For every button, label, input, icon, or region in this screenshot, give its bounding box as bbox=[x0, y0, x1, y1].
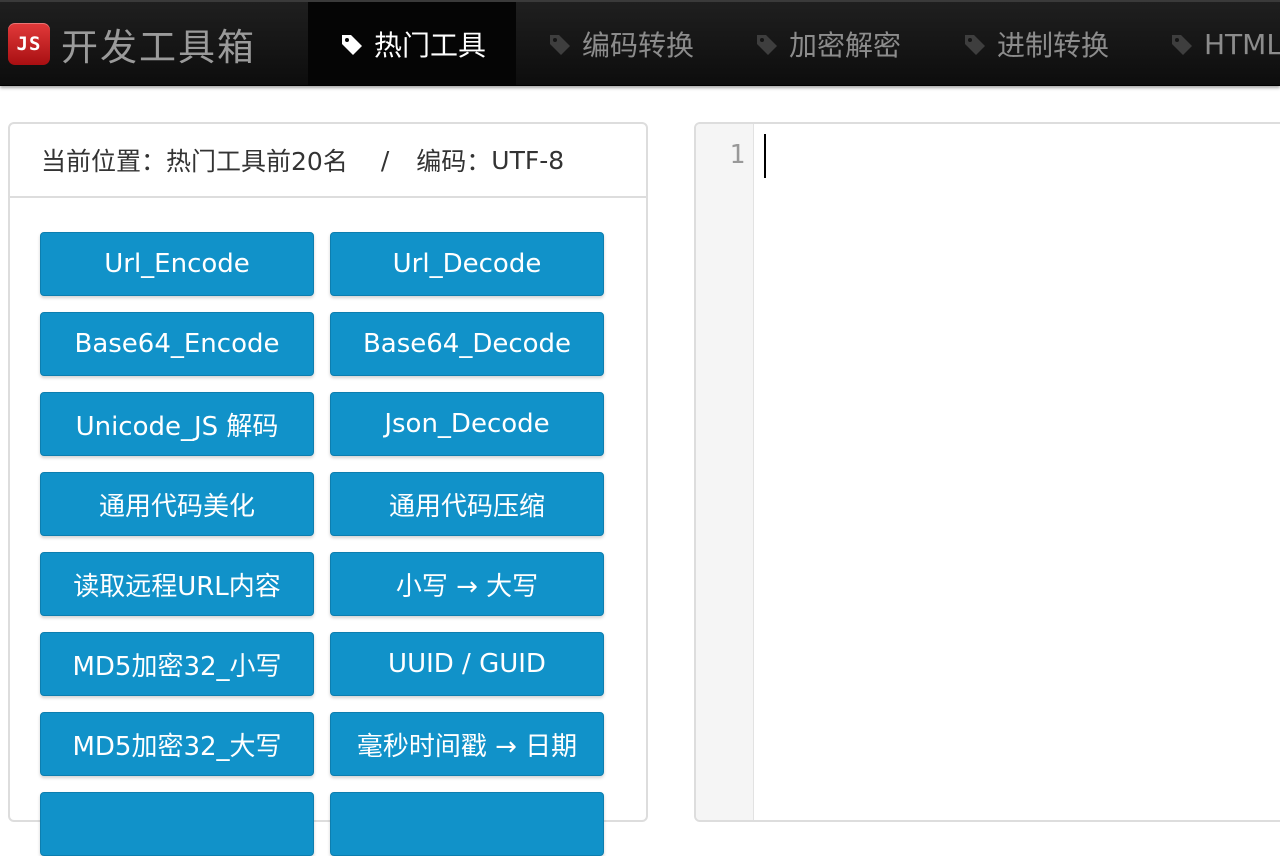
code-beautify-button[interactable]: 通用代码美化 bbox=[40, 472, 314, 536]
tab-encryption[interactable]: 加密解密 bbox=[755, 2, 902, 85]
encoding-label: 编码： bbox=[416, 147, 492, 176]
tab-label: HTML bbox=[1204, 27, 1280, 61]
md5-upper-button[interactable]: MD5加密32_大写 bbox=[40, 712, 314, 776]
tag-icon bbox=[1170, 32, 1194, 56]
brand[interactable]: JS 开发工具箱 bbox=[8, 2, 256, 85]
code-editor[interactable]: 1 bbox=[694, 122, 1280, 822]
line-number: 1 bbox=[729, 140, 745, 170]
tab-encoding[interactable]: 编码转换 bbox=[548, 2, 695, 85]
encoding-value: UTF-8 bbox=[491, 145, 565, 175]
uuid-guid-button[interactable]: UUID / GUID bbox=[330, 632, 604, 696]
tab-label: 进制转换 bbox=[997, 29, 1110, 62]
location-label: 当前位置： bbox=[41, 147, 167, 176]
app-title: 开发工具箱 bbox=[61, 26, 256, 69]
fetch-remote-url-button[interactable]: 读取远程URL内容 bbox=[40, 552, 314, 616]
tab-hot-tools[interactable]: 热门工具 bbox=[308, 2, 516, 85]
breadcrumb: 当前位置： 热门工具前20名 / 编码： UTF-8 bbox=[10, 124, 646, 198]
tab-html[interactable]: HTML bbox=[1170, 2, 1280, 85]
url-decode-button[interactable]: Url_Decode bbox=[330, 232, 604, 296]
tab-label: 加密解密 bbox=[789, 29, 902, 62]
timestamp-to-date-button[interactable]: 毫秒时间戳 → 日期 bbox=[330, 712, 604, 776]
tab-base-conversion[interactable]: 进制转换 bbox=[963, 2, 1110, 85]
tag-icon bbox=[548, 32, 572, 56]
location-value: 热门工具前20名 bbox=[166, 147, 348, 176]
tag-icon bbox=[963, 32, 987, 56]
json-decode-button[interactable]: Json_Decode bbox=[330, 392, 604, 456]
line-number-gutter: 1 bbox=[696, 124, 754, 820]
unicode-js-decode-button[interactable]: Unicode_JS 解码 bbox=[40, 392, 314, 456]
tag-icon bbox=[340, 32, 364, 56]
code-minify-button[interactable]: 通用代码压缩 bbox=[330, 472, 604, 536]
tab-label: 编码转换 bbox=[582, 29, 695, 62]
base64-decode-button[interactable]: Base64_Decode bbox=[330, 312, 604, 376]
breadcrumb-separator: / bbox=[380, 145, 390, 175]
text-cursor bbox=[764, 134, 766, 178]
tool-button-partial[interactable] bbox=[40, 792, 314, 856]
tool-button-partial[interactable] bbox=[330, 792, 604, 856]
md5-lower-button[interactable]: MD5加密32_小写 bbox=[40, 632, 314, 696]
lowercase-to-uppercase-button[interactable]: 小写 → 大写 bbox=[330, 552, 604, 616]
tools-panel: 当前位置： 热门工具前20名 / 编码： UTF-8 Url_Encode Ur… bbox=[8, 122, 648, 856]
top-navbar: JS 开发工具箱 热门工具 编码转换 加密解密 进制转换 HTML bbox=[0, 0, 1280, 86]
base64-encode-button[interactable]: Base64_Encode bbox=[40, 312, 314, 376]
url-encode-button[interactable]: Url_Encode bbox=[40, 232, 314, 296]
js-logo-icon: JS bbox=[8, 23, 50, 65]
tag-icon bbox=[755, 32, 779, 56]
tab-label: 热门工具 bbox=[374, 29, 487, 62]
